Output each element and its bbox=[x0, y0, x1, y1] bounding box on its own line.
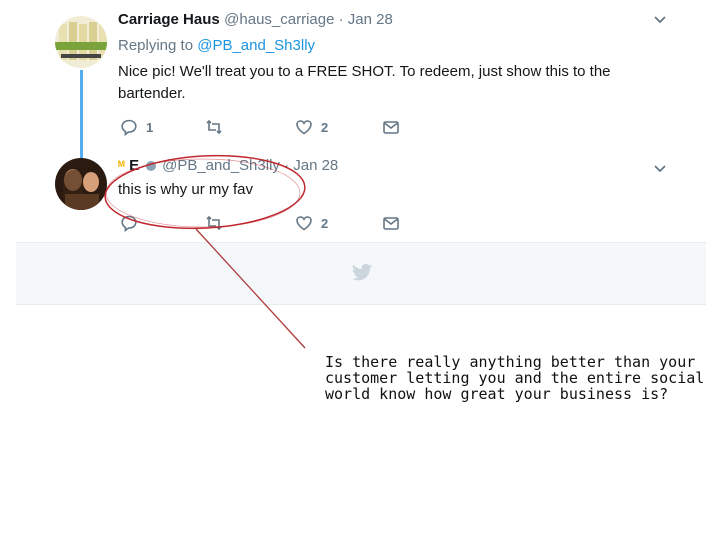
annotation-overlay bbox=[104, 154, 306, 349]
pointer-line bbox=[195, 228, 306, 349]
highlight-circle bbox=[104, 154, 306, 230]
annotation-text: Is there really anything better than you… bbox=[325, 353, 705, 403]
